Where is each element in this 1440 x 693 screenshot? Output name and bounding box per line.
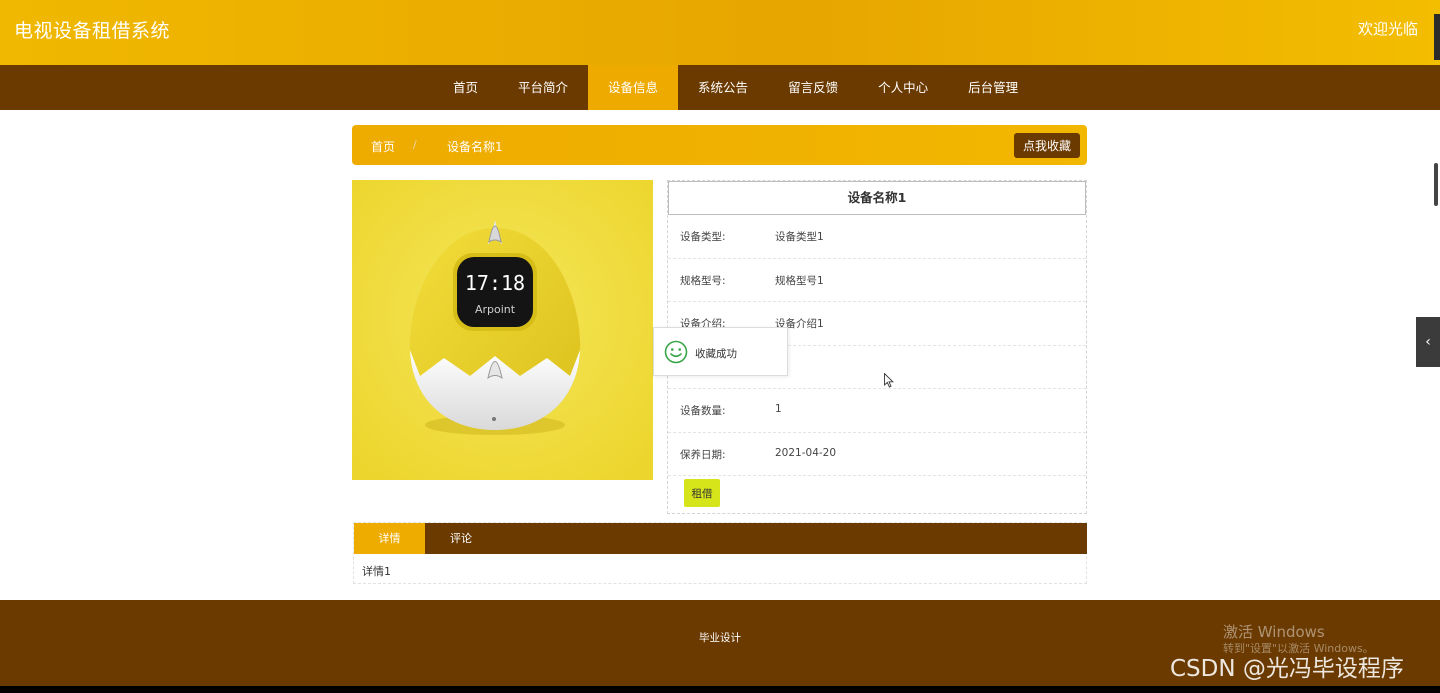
field-value: 1 bbox=[775, 403, 782, 415]
field-label: 保养日期: bbox=[680, 448, 726, 461]
tab-details[interactable]: 详情 bbox=[354, 523, 425, 554]
nav-item-admin[interactable]: 后台管理 bbox=[948, 65, 1038, 110]
csdn-watermark: CSDN @光冯毕设程序 bbox=[1170, 656, 1404, 682]
nav-item-home[interactable]: 首页 bbox=[433, 65, 498, 110]
tab-content-text: 详情1 bbox=[362, 565, 391, 578]
breadcrumb: 首页 / 设备名称1 点我收藏 bbox=[352, 125, 1087, 165]
nav-item-personal-center[interactable]: 个人中心 bbox=[858, 65, 948, 110]
clock-brand-text: Arpoint bbox=[475, 303, 516, 316]
nav-item-announcements[interactable]: 系统公告 bbox=[678, 65, 768, 110]
favorite-button[interactable]: 点我收藏 bbox=[1014, 133, 1080, 158]
breadcrumb-home-link[interactable]: 首页 bbox=[371, 138, 395, 155]
field-value: 规格型号1 bbox=[775, 274, 824, 287]
nav-item-equipment[interactable]: 设备信息 bbox=[588, 65, 679, 110]
product-title: 设备名称1 bbox=[668, 181, 1086, 215]
page: 电视设备租借系统 欢迎光临 首页 平台简介 设备信息 系统公告 留言反馈 个人中… bbox=[0, 0, 1440, 693]
field-value: 2021-04-20 bbox=[775, 446, 837, 459]
smile-icon bbox=[664, 340, 688, 364]
welcome-text: 欢迎光临 bbox=[1357, 20, 1418, 38]
field-label: 设备类型: bbox=[680, 231, 726, 243]
field-row-type: 设备类型: 设备类型1 bbox=[668, 215, 1086, 259]
breadcrumb-current: 设备名称1 bbox=[447, 140, 503, 154]
field-row-model: 规格型号: 规格型号1 bbox=[668, 259, 1086, 302]
top-header: 电视设备租借系统 欢迎光临 bbox=[0, 0, 1440, 65]
main-nav: 首页 平台简介 设备信息 系统公告 留言反馈 个人中心 后台管理 bbox=[0, 65, 1440, 110]
clock-time-text: 17:18 bbox=[465, 271, 525, 295]
detail-tabs-section: 详情 评论 详情1 bbox=[353, 522, 1087, 584]
nav-item-about[interactable]: 平台简介 bbox=[498, 65, 588, 110]
alarm-clock-illustration: 17:18 Arpoint bbox=[352, 180, 653, 480]
mouse-cursor-icon bbox=[884, 373, 894, 388]
windows-activation-watermark: 激活 Windows bbox=[1223, 623, 1325, 641]
breadcrumb-separator: / bbox=[413, 138, 417, 151]
field-row-maintenance-date: 保养日期: 2021-04-20 bbox=[668, 433, 1086, 476]
site-title: 电视设备租借系统 bbox=[14, 20, 171, 42]
product-image: 17:18 Arpoint bbox=[352, 180, 653, 480]
field-label: 设备数量: bbox=[680, 405, 726, 417]
nav-item-feedback[interactable]: 留言反馈 bbox=[768, 65, 858, 110]
field-value: 设备类型1 bbox=[775, 231, 824, 243]
toast-message: 收藏成功 bbox=[695, 348, 737, 360]
bottom-edge bbox=[0, 686, 1440, 693]
field-row-quantity: 设备数量: 1 bbox=[668, 389, 1086, 433]
tab-comments[interactable]: 评论 bbox=[425, 523, 497, 554]
side-panel-toggle[interactable]: ‹ bbox=[1416, 317, 1440, 367]
field-label: 规格型号: bbox=[680, 274, 726, 287]
rent-button[interactable]: 租借 bbox=[684, 479, 720, 507]
tab-bar: 详情 评论 bbox=[354, 523, 1087, 554]
window-edge-bar bbox=[1434, 14, 1440, 60]
scrollbar-thumb[interactable] bbox=[1434, 163, 1438, 206]
toast-notification: 收藏成功 bbox=[653, 327, 788, 376]
chevron-left-icon: ‹ bbox=[1425, 334, 1431, 350]
